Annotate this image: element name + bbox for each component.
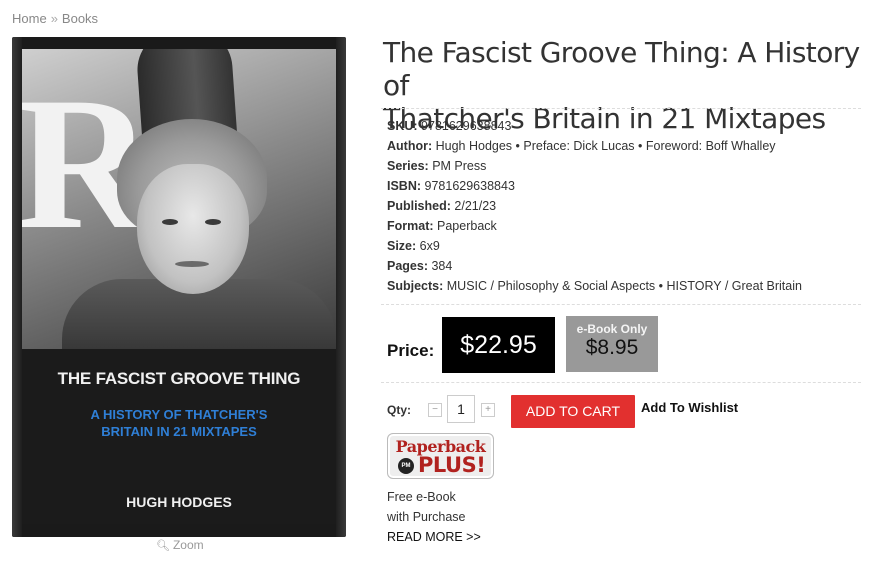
divider bbox=[381, 382, 861, 383]
product-title-line1: The Fascist Groove Thing: A History of bbox=[383, 36, 860, 102]
qty-input[interactable]: 1 bbox=[447, 395, 475, 423]
detail-value: 9781629638843 bbox=[421, 119, 512, 133]
cover-photo-face bbox=[137, 164, 249, 294]
promo-text-line2: with Purchase bbox=[387, 510, 466, 524]
book-cover-image[interactable]: R THE FASCIST GROOVE THING A HISTORY OF … bbox=[12, 37, 346, 537]
divider bbox=[381, 304, 861, 305]
ebook-label: e-Book Only bbox=[576, 322, 648, 336]
zoom-link[interactable]: 🔍︎ Zoom bbox=[156, 538, 204, 552]
detail-value: Paperback bbox=[437, 219, 497, 233]
paperback-price-button[interactable]: $22.95 bbox=[442, 317, 555, 373]
cover-title: THE FASCIST GROOVE THING bbox=[57, 369, 301, 388]
breadcrumb-home-link[interactable]: Home bbox=[12, 11, 47, 26]
qty-decrement-button[interactable]: − bbox=[428, 403, 442, 417]
detail-row-series: Series: PM Press bbox=[387, 156, 802, 176]
detail-value: 384 bbox=[431, 259, 453, 273]
qty-increment-button[interactable]: + bbox=[481, 403, 495, 417]
detail-row-format: Format: Paperback bbox=[387, 216, 802, 236]
detail-row-sku: SKU: 9781629638843 bbox=[387, 116, 802, 136]
detail-label: Size: bbox=[387, 239, 417, 253]
paperback-plus-badge[interactable]: Paperback PM PLUS! bbox=[387, 433, 494, 479]
detail-label: Format: bbox=[387, 219, 434, 233]
detail-label: Published: bbox=[387, 199, 451, 213]
cover-photo: R bbox=[22, 49, 336, 349]
ebook-price-button[interactable]: e-Book Only $8.95 bbox=[566, 316, 658, 372]
price-label: Price: bbox=[387, 341, 435, 360]
ebook-price: $8.95 bbox=[585, 336, 639, 359]
detail-value: MUSIC / Philosophy & Social Aspects • HI… bbox=[446, 279, 802, 293]
cover-subtitle: A HISTORY OF THATCHER'S BRITAIN IN 21 MI… bbox=[22, 406, 336, 440]
detail-value: 9781629638843 bbox=[424, 179, 515, 193]
pm-logo-icon: PM bbox=[398, 458, 414, 474]
breadcrumb: Home» Books bbox=[12, 11, 98, 26]
breadcrumb-books-link[interactable]: Books bbox=[62, 11, 98, 26]
cover-photo-eye-right bbox=[205, 219, 221, 225]
zoom-label: Zoom bbox=[172, 538, 204, 552]
cover-subtitle-line2: BRITAIN IN 21 MIXTAPES bbox=[101, 424, 257, 439]
add-to-wishlist-link[interactable]: Add To Wishlist bbox=[641, 400, 738, 415]
detail-label: SKU: bbox=[387, 119, 418, 133]
detail-label: Subjects: bbox=[387, 279, 444, 293]
detail-row-size: Size: 6x9 bbox=[387, 236, 802, 256]
breadcrumb-separator: » bbox=[50, 11, 58, 26]
detail-label: Pages: bbox=[387, 259, 428, 273]
detail-row-pages: Pages: 384 bbox=[387, 256, 802, 276]
qty-label: Qty: bbox=[387, 403, 411, 417]
detail-label: Series: bbox=[387, 159, 429, 173]
detail-value: Hugh Hodges • Preface: Dick Lucas • Fore… bbox=[435, 139, 776, 153]
promo-text-line1: Free e-Book bbox=[387, 490, 456, 504]
cover-author: HUGH HODGES bbox=[126, 494, 232, 510]
cassette-edge-left bbox=[12, 37, 22, 537]
divider bbox=[381, 108, 861, 109]
detail-value: 2/21/23 bbox=[454, 199, 497, 213]
detail-row-author: Author: Hugh Hodges • Preface: Dick Luca… bbox=[387, 136, 802, 156]
cover-photo-mouth bbox=[175, 261, 209, 267]
cover-text-panel: THE FASCIST GROOVE THING A HISTORY OF TH… bbox=[22, 349, 336, 524]
detail-row-subjects: Subjects: MUSIC / Philosophy & Social As… bbox=[387, 276, 802, 296]
detail-row-published: Published: 2/21/23 bbox=[387, 196, 802, 216]
add-to-cart-button[interactable]: ADD TO CART bbox=[511, 395, 635, 428]
magnifier-icon: 🔍︎ bbox=[156, 540, 170, 552]
badge-plus-text: PLUS! bbox=[418, 453, 486, 477]
cover-subtitle-line1: A HISTORY OF THATCHER'S bbox=[90, 407, 268, 422]
detail-row-isbn: ISBN: 9781629638843 bbox=[387, 176, 802, 196]
read-more-link[interactable]: READ MORE >> bbox=[387, 530, 481, 544]
detail-label: ISBN: bbox=[387, 179, 422, 193]
cassette-edge-right bbox=[336, 37, 346, 537]
product-details: SKU: 9781629638843 Author: Hugh Hodges •… bbox=[387, 116, 802, 296]
cover-photo-eye-left bbox=[162, 219, 178, 225]
detail-value: 6x9 bbox=[419, 239, 440, 253]
detail-value: PM Press bbox=[432, 159, 487, 173]
detail-label: Author: bbox=[387, 139, 433, 153]
